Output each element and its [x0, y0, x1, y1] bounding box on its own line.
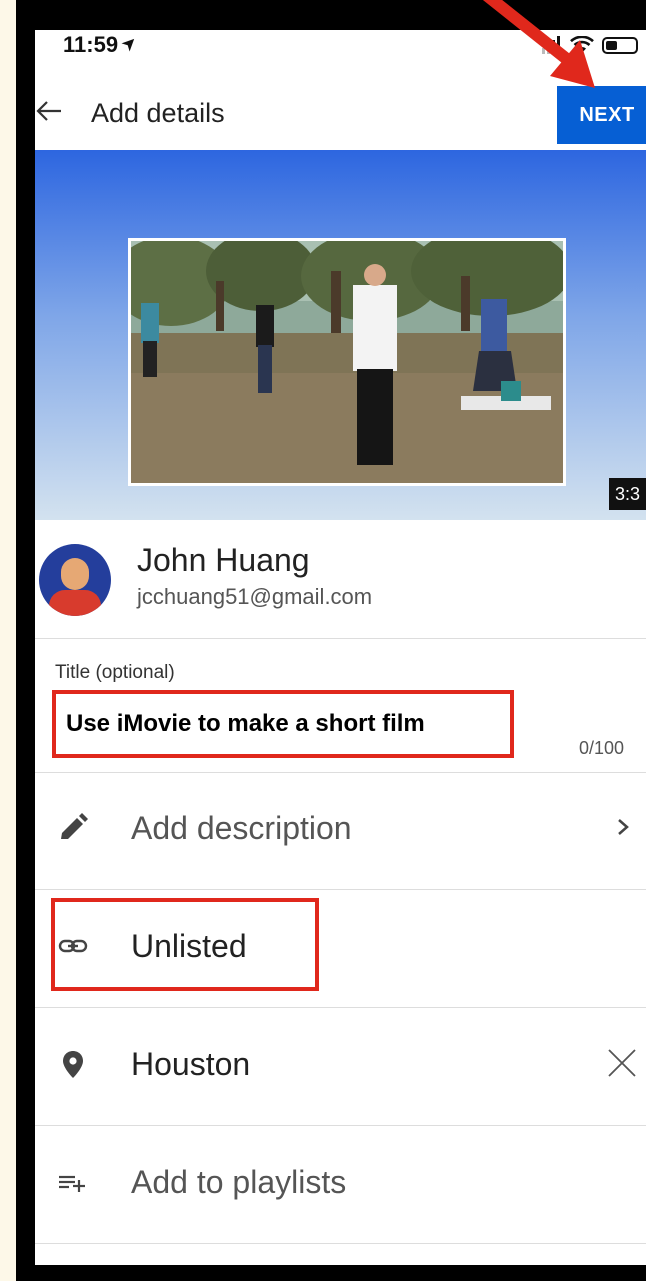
add-description-row[interactable]: Add description [35, 772, 646, 890]
video-thumbnail-image [131, 241, 563, 483]
video-preview-area: 3:3 [35, 150, 646, 520]
status-time-text: 11:59 [63, 32, 119, 57]
location-arrow-icon: ➤ [116, 30, 142, 56]
close-icon[interactable] [605, 1046, 639, 1080]
location-pin-icon [63, 1051, 83, 1078]
account-name: John Huang [137, 542, 310, 578]
video-duration-badge: 3:3 [609, 478, 646, 510]
annotation-arrow-icon [482, 0, 595, 88]
account-info: John Huang jcchuang51@gmail.com [35, 520, 646, 639]
back-arrow-icon[interactable] [35, 96, 65, 126]
video-thumbnail[interactable] [128, 238, 566, 486]
link-icon [58, 939, 88, 953]
avatar-face [61, 558, 89, 590]
playlist-add-icon [59, 1175, 85, 1192]
title-input[interactable]: Use iMovie to make a short film [66, 710, 425, 738]
location-row[interactable]: Houston [35, 1008, 646, 1126]
bottom-spacer [35, 1248, 646, 1265]
page-title: Add details [91, 98, 225, 128]
title-label: Title (optional) [55, 662, 175, 683]
title-char-count: 0/100 [579, 738, 625, 758]
screen: 11:59➤ Add details NEXT 3:3 John Huang j… [35, 30, 646, 1265]
add-description-label: Add description [131, 810, 352, 846]
title-section: Title (optional) Use iMovie to make a sh… [35, 638, 646, 773]
location-label: Houston [131, 1046, 251, 1082]
visibility-label: Unlisted [131, 928, 247, 964]
status-time: 11:59➤ [63, 31, 142, 58]
pencil-icon [61, 813, 88, 839]
add-to-playlists-label: Add to playlists [131, 1164, 347, 1200]
chevron-right-icon [618, 819, 629, 835]
visibility-row[interactable]: Unlisted [35, 890, 646, 1008]
title-highlight-box: Use iMovie to make a short film [52, 690, 514, 758]
avatar [39, 544, 111, 616]
add-to-playlists-row[interactable]: Add to playlists [35, 1126, 646, 1244]
account-email: jcchuang51@gmail.com [137, 584, 373, 609]
avatar-shirt [49, 590, 101, 616]
